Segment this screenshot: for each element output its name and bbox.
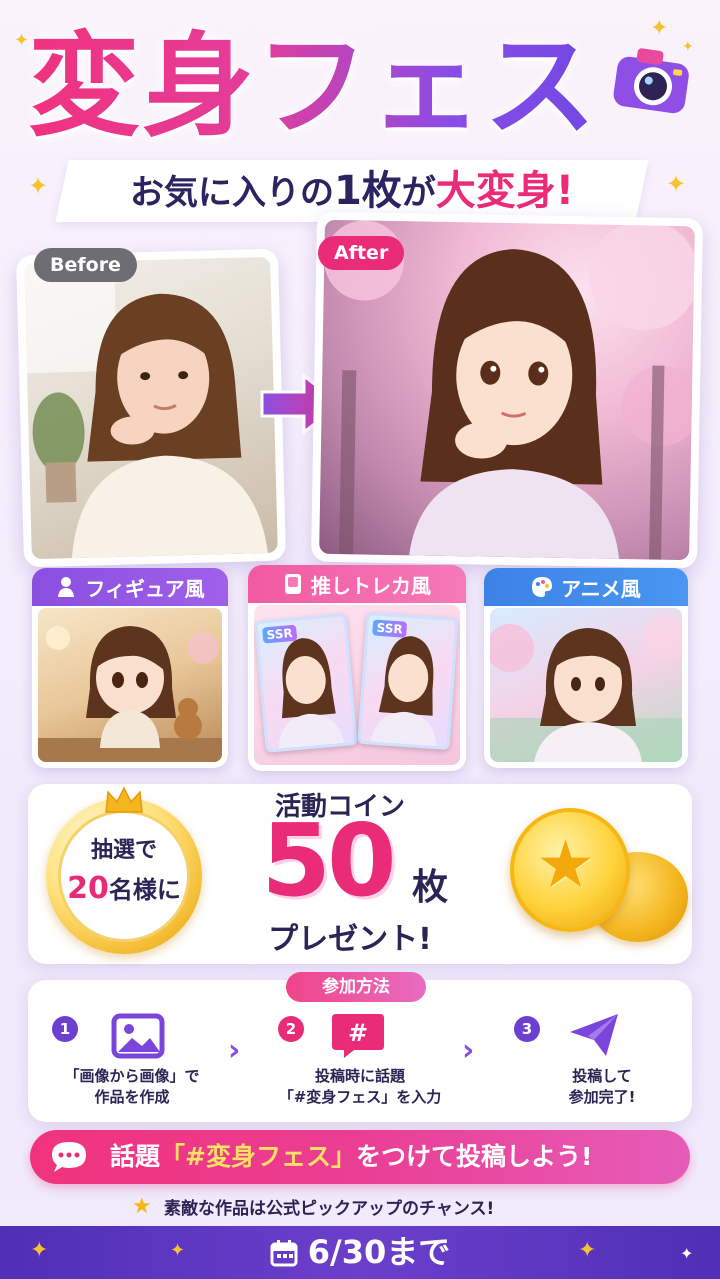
hashtag-banner-text: 話題「#変身フェス」をつけて投稿しよう! [110, 1130, 680, 1184]
subtitle-mid: が [401, 173, 436, 213]
chevron-right-icon: › [462, 1033, 475, 1068]
step-3-line1: 投稿して [572, 1067, 632, 1085]
ssr-badge: SSR [262, 624, 298, 644]
after-photo [319, 219, 695, 561]
card-icon [285, 574, 301, 594]
style-card-trading-card[interactable]: 推しトレカ風 SSR SSR [248, 565, 466, 771]
step-number: 2 [278, 1016, 304, 1042]
step-3-line2: 参加完了! [568, 1088, 636, 1106]
banner-pre: 話題 [110, 1142, 161, 1171]
style-label-anime: アニメ風 [561, 576, 641, 601]
sparkle-icon: ✦ [666, 170, 687, 198]
how-to-join-title: 参加方法 [286, 972, 426, 1002]
calendar-icon [270, 1240, 298, 1267]
anime-style-preview [490, 608, 682, 762]
style-card-figure[interactable]: フィギュア風 [32, 568, 228, 768]
subtitle-pre: お気に入りの [129, 173, 334, 213]
trading-card: SSR [357, 611, 459, 751]
step-1-line2: 作品を作成 [94, 1088, 170, 1106]
chevron-right-icon: › [228, 1033, 241, 1068]
style-card-header: アニメ風 [484, 568, 688, 606]
svg-text:#: # [348, 1019, 368, 1047]
style-card-anime[interactable]: アニメ風 [484, 568, 688, 768]
lottery-text: 抽選で [90, 838, 157, 863]
step-1-line1: 「画像から画像」で [64, 1067, 200, 1085]
subtitle-end: ! [555, 168, 575, 214]
style-card-header: フィギュア風 [32, 568, 228, 606]
before-portrait [24, 260, 268, 559]
sparkle-icon: ✦ [28, 172, 49, 200]
winner-count: 20 [67, 871, 109, 906]
star-icon: ★ [132, 1194, 152, 1219]
style-card-header: 推しトレカ風 [248, 565, 466, 603]
deadline: 6/30まで [0, 1226, 720, 1279]
step-3-text: 投稿して 参加完了! [520, 1066, 684, 1108]
step-number: 3 [514, 1016, 540, 1042]
before-photo [24, 256, 278, 560]
image-icon [111, 1013, 165, 1059]
present-text: プレゼント! [268, 922, 432, 957]
sparkle-icon: ✦ [14, 30, 30, 51]
coin-amount: 50 [261, 802, 396, 919]
after-tag: After [318, 236, 405, 270]
subtitle-num: 1枚 [333, 168, 402, 214]
send-icon [570, 1014, 618, 1056]
hashtag-icon: # [332, 1014, 384, 1058]
lottery-winners: 20名様に [58, 870, 190, 906]
crown-icon [105, 786, 143, 813]
step-2-text: 投稿時に話題 「#変身フェス」を入力 [262, 1066, 458, 1108]
chat-bubble-icon [52, 1142, 86, 1172]
star-icon: ★ [536, 826, 596, 903]
sparkle-icon: ✦ [650, 16, 669, 41]
figure-style-preview [38, 608, 222, 762]
before-tag: Before [34, 248, 137, 282]
step-number: 1 [52, 1016, 78, 1042]
style-label-trading-card: 推しトレカ風 [311, 573, 431, 598]
trading-card: SSR [254, 613, 358, 753]
page-title: 変身フェス [28, 22, 628, 152]
camera-icon [613, 48, 689, 114]
trading-card-style-preview: SSR SSR [254, 605, 460, 765]
step-2-line2: 「#変身フェス」を入力 [278, 1088, 442, 1106]
banner-post: をつけて投稿しよう! [355, 1142, 593, 1171]
subtitle-highlight: 大変身 [435, 168, 556, 214]
step-2-line1: 投稿時に話題 [314, 1067, 405, 1085]
ssr-badge: SSR [372, 619, 408, 638]
palette-icon [532, 577, 553, 597]
after-portrait [324, 220, 695, 560]
before-image-card[interactable] [15, 248, 287, 568]
style-label-figure: フィギュア風 [85, 576, 205, 601]
figure-icon [58, 577, 75, 597]
coin-unit: 枚 [412, 867, 449, 908]
pickup-note: 素敵な作品は公式ピックアップのチャンス! [164, 1199, 495, 1219]
step-1-text: 「画像から画像」で 作品を作成 [44, 1066, 220, 1108]
deadline-text: 6/30まで [307, 1233, 451, 1271]
banner-hashtag: 「#変身フェス」 [160, 1142, 356, 1171]
winner-unit: 名様に [108, 876, 181, 904]
